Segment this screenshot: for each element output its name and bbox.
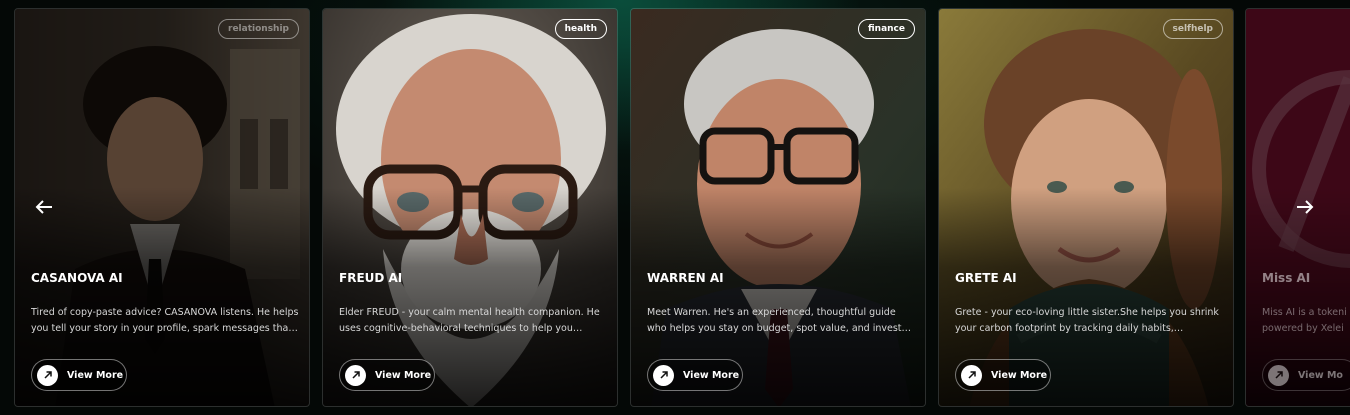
view-more-button[interactable]: View More — [955, 359, 1051, 391]
view-more-button[interactable]: View More — [339, 359, 435, 391]
card-freud[interactable]: health FREUD AI Elder FREUD - your calm … — [322, 8, 618, 407]
card-title: GRETE AI — [955, 271, 1017, 285]
view-more-label: View More — [375, 369, 432, 381]
card-description: Elder FREUD - your calm mental health co… — [339, 307, 600, 334]
view-more-label: View More — [67, 369, 124, 381]
arrow-left-icon — [35, 200, 52, 214]
card-description: Miss AI is a tokeni powered by Xelei — [1262, 307, 1347, 334]
arrow-up-right-icon — [1268, 364, 1289, 386]
view-more-button[interactable]: View Mo — [1262, 359, 1350, 391]
casanova-portrait — [15, 9, 309, 406]
category-badge[interactable]: relationship — [218, 19, 299, 39]
view-more-label: View More — [683, 369, 740, 381]
view-more-button[interactable]: View More — [31, 359, 127, 391]
category-badge[interactable]: health — [554, 19, 607, 39]
prev-button[interactable] — [31, 194, 57, 220]
card-description: Grete - your eco-loving little sister.Sh… — [955, 307, 1219, 334]
card-description: Meet Warren. He's an experienced, though… — [647, 307, 902, 334]
arrow-up-right-icon — [345, 364, 366, 386]
view-more-label: View More — [991, 369, 1048, 381]
card-title: FREUD AI — [339, 271, 403, 285]
category-badge[interactable]: finance — [858, 19, 915, 39]
card-grete[interactable]: selfhelp GRETE AI Grete - your eco-lovin… — [938, 8, 1234, 407]
card-title: CASANOVA AI — [31, 271, 123, 285]
view-more-label: View Mo — [1298, 369, 1343, 381]
card-title: Miss AI — [1262, 271, 1311, 285]
arrow-up-right-icon — [653, 364, 674, 386]
arrow-right-icon — [1297, 200, 1314, 214]
card-title: WARREN AI — [647, 271, 724, 285]
arrow-up-right-icon — [37, 364, 58, 386]
view-more-button[interactable]: View More — [647, 359, 743, 391]
card-casanova[interactable]: relationship CASANOVA AI Tired of copy-p… — [14, 8, 310, 407]
carousel: relationship CASANOVA AI Tired of copy-p… — [0, 0, 1350, 415]
next-button[interactable] — [1292, 194, 1318, 220]
arrow-up-right-icon — [961, 364, 982, 386]
category-badge[interactable]: selfhelp — [1162, 19, 1223, 39]
card-description: Tired of copy-paste advice? CASANOVA lis… — [31, 307, 299, 334]
card-warren[interactable]: finance WARREN AI Meet Warren. He's an e… — [630, 8, 926, 407]
